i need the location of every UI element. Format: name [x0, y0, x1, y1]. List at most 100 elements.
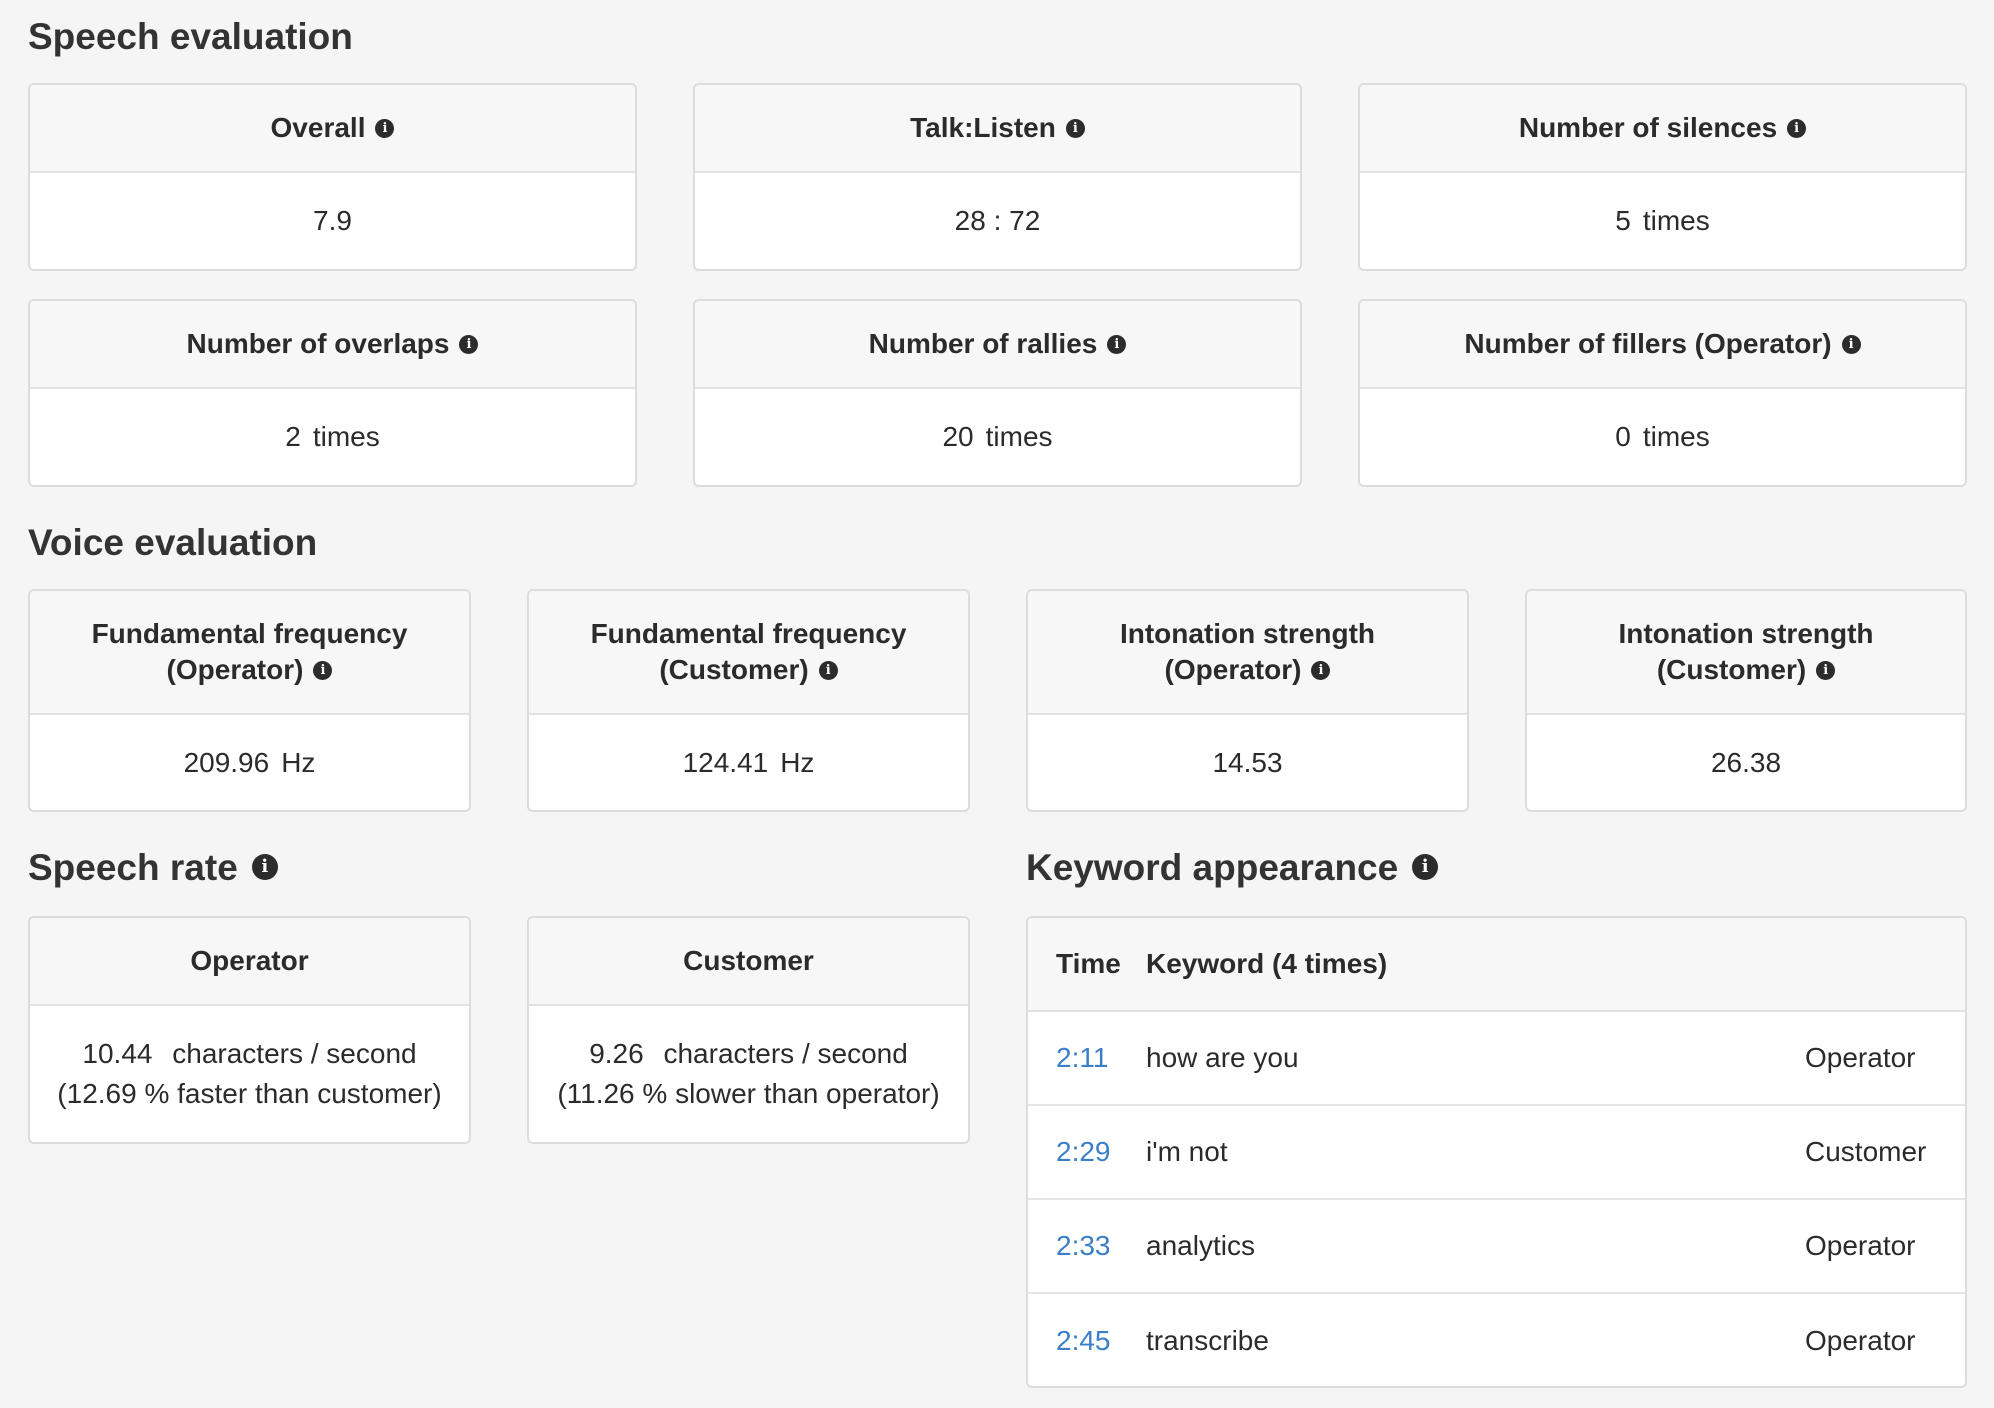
value-unit: Hz [780, 746, 815, 778]
card-header: Intonation strength (Operator) i [1028, 591, 1467, 715]
info-icon[interactable]: i [459, 334, 479, 354]
card-label-line1: Intonation strength [1119, 618, 1376, 649]
info-icon[interactable]: i [1065, 118, 1085, 138]
info-icon[interactable]: i [1311, 660, 1331, 680]
info-icon[interactable]: i [251, 854, 278, 880]
card-value: 2 times [30, 389, 635, 485]
card-label: Overall [270, 112, 366, 143]
info-icon[interactable]: i [1787, 118, 1807, 138]
f0-customer-card: Fundamental frequency (Customer) i 124.4… [527, 589, 970, 812]
speaker-label: Operator [1805, 1325, 1916, 1356]
card-label: Number of overlaps [186, 328, 450, 359]
value-number: 0 [1615, 421, 1631, 452]
value-number: 9.26 [589, 1038, 644, 1069]
info-icon[interactable]: i [1412, 854, 1439, 880]
card-header: Number of silences i [1360, 85, 1965, 173]
value-unit: times [1642, 421, 1710, 452]
speaker-label: Operator [1805, 1042, 1916, 1073]
card-value: 124.41 Hz [529, 715, 968, 810]
card-value: 0 times [1360, 389, 1965, 485]
time-link[interactable]: 2:29 [1028, 1136, 1146, 1168]
card-header: Talk:Listen i [695, 85, 1300, 173]
value-number: 10.44 [82, 1038, 153, 1069]
column-header-time: Time [1056, 948, 1121, 979]
rate-comparison: (12.69 % faster than customer) [57, 1078, 442, 1109]
card-label: Number of silences [1518, 112, 1778, 143]
info-icon[interactable]: i [1841, 334, 1861, 354]
table-row: 2:11 how are you Operator [1028, 1012, 1965, 1106]
time-link[interactable]: 2:45 [1028, 1325, 1146, 1357]
card-label-line2: (Customer) [1656, 654, 1807, 685]
speech-evaluation-title: Speech evaluation [28, 15, 353, 57]
keyword-text: analytics [1146, 1230, 1255, 1261]
value-number: 20 [942, 421, 974, 452]
card-label-line1: Fundamental frequency [590, 618, 907, 649]
card-header: Operator [30, 918, 469, 1006]
card-header: Customer [529, 918, 968, 1006]
card-label-line2: (Customer) [659, 654, 809, 685]
value-number: 209.96 [183, 746, 270, 778]
value-unit: times [312, 421, 380, 452]
card-header: Fundamental frequency (Customer) i [529, 591, 968, 715]
card-header: Intonation strength (Customer) i [1527, 591, 1965, 715]
silences-card: Number of silences i 5 times [1358, 83, 1967, 271]
card-value: 209.96 Hz [30, 715, 469, 810]
value-number: 2 [285, 421, 301, 452]
card-label-line2: (Operator) [166, 654, 304, 685]
value-number: 26.38 [1710, 746, 1782, 778]
value-number: 28 : 72 [954, 205, 1041, 236]
voice-evaluation-title: Voice evaluation [28, 521, 318, 563]
info-icon[interactable]: i [1107, 334, 1127, 354]
card-value: 14.53 [1028, 715, 1467, 810]
f0-operator-card: Fundamental frequency (Operator) i 209.9… [28, 589, 471, 812]
keyword-text: i'm not [1146, 1136, 1228, 1167]
talk-listen-card: Talk:Listen i 28 : 72 [693, 83, 1302, 271]
speech-rate-title: Speech rate i [28, 846, 278, 888]
rallies-card: Number of rallies i 20 times [693, 299, 1302, 487]
evaluation-page: Speech evaluation Overall i 7.9 Talk:Lis… [0, 0, 1994, 1408]
time-link[interactable]: 2:11 [1028, 1042, 1146, 1074]
overlaps-card: Number of overlaps i 2 times [28, 299, 637, 487]
keyword-table-header: Time Keyword (4 times) [1028, 918, 1965, 1012]
card-header: Number of rallies i [695, 301, 1300, 389]
card-label-line1: Intonation strength [1618, 618, 1874, 649]
speaker-label: Customer [1805, 1136, 1927, 1167]
overall-card: Overall i 7.9 [28, 83, 637, 271]
info-icon[interactable]: i [313, 660, 333, 680]
info-icon[interactable]: i [375, 118, 395, 138]
info-icon[interactable]: i [818, 660, 838, 680]
value-unit: times [985, 421, 1053, 452]
card-value: 5 times [1360, 173, 1965, 269]
card-value: 9.26 characters / second (11.26 % slower… [529, 1006, 968, 1142]
card-value: 28 : 72 [695, 173, 1300, 269]
time-link[interactable]: 2:33 [1028, 1230, 1146, 1262]
card-label: Talk:Listen [910, 112, 1056, 143]
value-number: 7.9 [313, 205, 352, 236]
value-unit: Hz [281, 746, 316, 778]
card-label-line2-wrap: (Operator) i [167, 652, 333, 688]
card-value: 20 times [695, 389, 1300, 485]
table-row: 2:45 transcribe Operator [1028, 1294, 1965, 1386]
card-label-line2: (Operator) [1164, 654, 1302, 685]
card-value: 7.9 [30, 173, 635, 269]
value-unit: characters / second [663, 1038, 908, 1069]
speech-rate-customer-card: Customer 9.26 characters / second (11.26… [527, 916, 970, 1144]
card-label-line2-wrap: (Customer) i [659, 652, 838, 688]
value-number: 14.53 [1212, 746, 1283, 778]
column-header-keyword: Keyword (4 times) [1146, 948, 1388, 979]
card-label: Customer [683, 945, 814, 976]
rate-line: 9.26 characters / second [589, 1034, 908, 1074]
value-unit: times [1642, 205, 1710, 236]
intonation-operator-card: Intonation strength (Operator) i 14.53 [1026, 589, 1469, 812]
card-label: Number of rallies [868, 328, 1098, 359]
card-value: 10.44 characters / second (12.69 % faste… [30, 1006, 469, 1142]
card-label-line2-wrap: (Customer) i [1656, 652, 1836, 688]
fillers-card: Number of fillers (Operator) i 0 times [1358, 299, 1967, 487]
table-row: 2:33 analytics Operator [1028, 1200, 1965, 1294]
card-label-line2-wrap: (Operator) i [1165, 652, 1331, 688]
card-label: Operator [190, 945, 309, 976]
keyword-text: transcribe [1146, 1325, 1269, 1356]
keyword-appearance-title: Keyword appearance i [1026, 846, 1439, 888]
table-row: 2:29 i'm not Customer [1028, 1106, 1965, 1200]
info-icon[interactable]: i [1816, 660, 1836, 680]
